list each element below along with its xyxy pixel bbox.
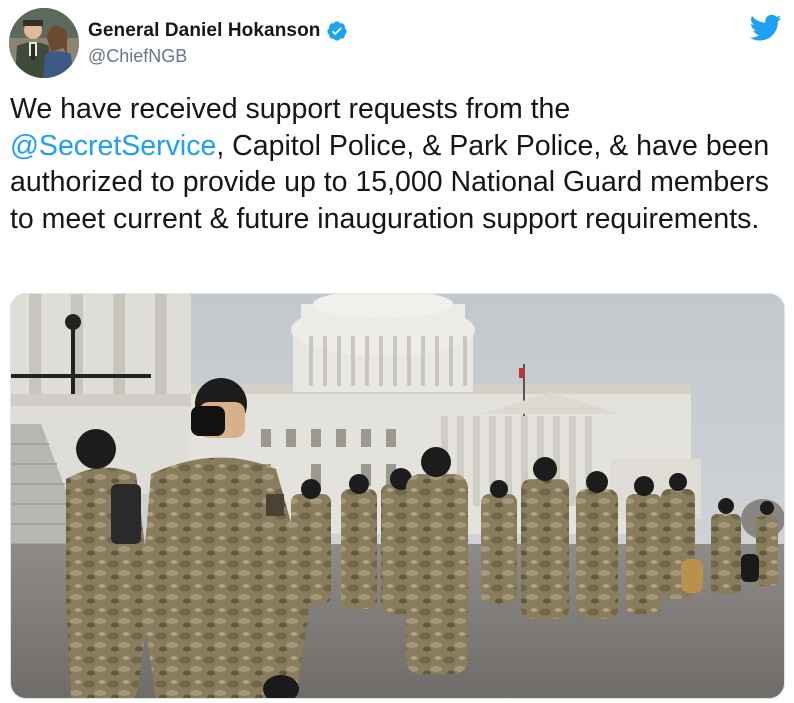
tweet-card: General Daniel Hokanson @ChiefNGB We hav… — [0, 0, 794, 703]
author-handle[interactable]: @ChiefNGB — [88, 46, 187, 67]
tweet-photo[interactable] — [10, 293, 785, 699]
author-name-row[interactable]: General Daniel Hokanson — [88, 18, 348, 44]
avatar[interactable] — [9, 8, 79, 78]
avatar-photo — [9, 8, 79, 78]
mention-link[interactable]: @SecretService — [10, 130, 216, 162]
verified-badge-icon — [326, 20, 348, 42]
author-display-name[interactable]: General Daniel Hokanson — [88, 20, 320, 42]
capitol-guard-photo — [11, 294, 784, 698]
tweet-text-part: We have received support requests from t… — [10, 93, 571, 125]
twitter-bird-icon[interactable] — [749, 14, 782, 42]
tweet-text: We have received support requests from t… — [10, 91, 785, 237]
